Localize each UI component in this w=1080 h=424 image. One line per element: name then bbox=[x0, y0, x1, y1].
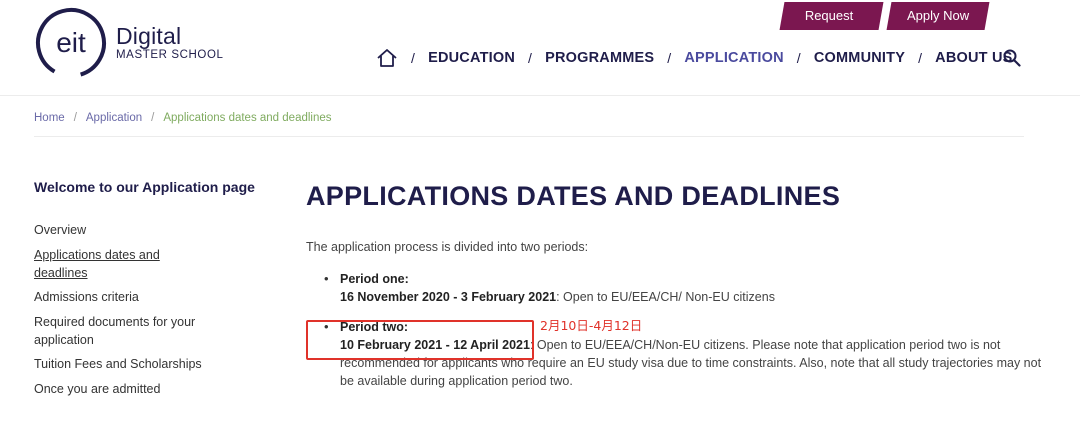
sidebar-item-dates-deadlines[interactable]: Applications dates and deadlines bbox=[34, 246, 214, 282]
list-item: Period one: 16 November 2020 - 3 Februar… bbox=[322, 270, 1042, 306]
breadcrumb-current: Applications dates and deadlines bbox=[163, 112, 332, 124]
breadcrumb: Home / Application / Applications dates … bbox=[34, 112, 332, 124]
site-header: eit Digital MASTER SCHOOL Request Info A… bbox=[0, 0, 1080, 96]
nav-community[interactable]: COMMUNITY bbox=[814, 50, 905, 66]
sidebar-item-required-documents[interactable]: Required documents for your application bbox=[34, 313, 214, 349]
intro-text: The application process is divided into … bbox=[306, 240, 589, 254]
main-nav: / EDUCATION / PROGRAMMES / APPLICATION /… bbox=[376, 46, 1013, 70]
nav-separator: / bbox=[918, 50, 923, 66]
nav-programmes[interactable]: PROGRAMMES bbox=[545, 50, 654, 66]
sidebar-item-admissions-criteria[interactable]: Admissions criteria bbox=[34, 288, 214, 306]
period-text: : Open to EU/EEA/CH/ Non-EU citizens bbox=[556, 290, 775, 304]
breadcrumb-separator: / bbox=[73, 112, 77, 124]
sidebar-menu: Overview Applications dates and deadline… bbox=[34, 221, 214, 404]
nav-separator: / bbox=[411, 50, 416, 66]
period-label: Period one: bbox=[340, 272, 409, 286]
nav-separator: / bbox=[528, 50, 533, 66]
home-icon[interactable] bbox=[376, 48, 398, 68]
nav-separator: / bbox=[667, 50, 672, 66]
apply-now-button[interactable]: Apply Now bbox=[886, 2, 990, 30]
nav-application[interactable]: APPLICATION bbox=[684, 50, 783, 66]
eit-logo-icon: eit bbox=[36, 8, 106, 78]
search-icon[interactable] bbox=[1003, 49, 1021, 67]
logo-mark: eit bbox=[56, 27, 86, 58]
logo-wordmark-master-school: MASTER SCHOOL bbox=[116, 49, 224, 61]
nav-education[interactable]: EDUCATION bbox=[428, 50, 515, 66]
nav-about-us[interactable]: ABOUT US bbox=[935, 50, 1012, 66]
site-logo[interactable]: eit Digital MASTER SCHOOL bbox=[34, 6, 223, 80]
sidebar-item-tuition-fees[interactable]: Tuition Fees and Scholarships bbox=[34, 355, 214, 373]
logo-wordmark-digital: Digital bbox=[116, 23, 182, 49]
breadcrumb-home[interactable]: Home bbox=[34, 112, 65, 124]
period-dates: 16 November 2020 - 3 February 2021 bbox=[340, 290, 557, 304]
sidebar-title: Welcome to our Application page bbox=[34, 179, 255, 195]
breadcrumb-separator: / bbox=[151, 112, 155, 124]
divider bbox=[34, 136, 1024, 137]
apply-now-label: Apply Now bbox=[906, 8, 970, 23]
annotation-text: 2月10日-4月12日 bbox=[540, 318, 643, 333]
highlight-box bbox=[306, 320, 534, 360]
sidebar-item-overview[interactable]: Overview bbox=[34, 221, 214, 239]
nav-separator: / bbox=[796, 50, 801, 66]
sidebar-item-once-admitted[interactable]: Once you are admitted bbox=[34, 380, 214, 398]
request-info-button[interactable]: Request Info bbox=[779, 2, 884, 51]
page-title: APPLICATIONS DATES AND DEADLINES bbox=[306, 181, 841, 211]
breadcrumb-application[interactable]: Application bbox=[86, 112, 142, 124]
